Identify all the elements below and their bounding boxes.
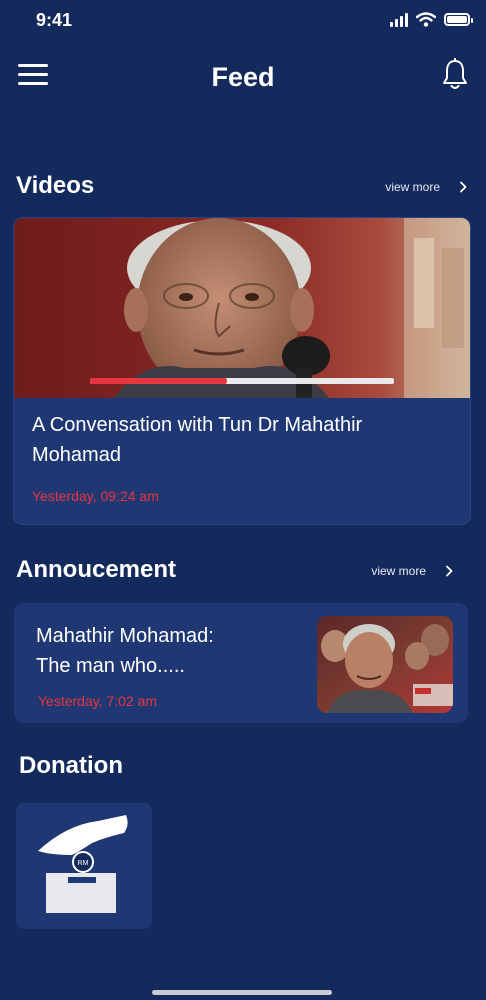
home-indicator[interactable]: [152, 990, 332, 995]
video-card[interactable]: A Convensation with Tun Dr Mahathir Moha…: [13, 217, 471, 525]
videos-section-title: Videos: [16, 172, 95, 199]
announcement-title-line1: Mahathir Mohamad:: [36, 625, 214, 647]
announcement-title[interactable]: Mahathir Mohamad: The man who.....: [36, 621, 296, 681]
status-icons: [390, 12, 473, 27]
videos-view-more-link[interactable]: view more: [385, 180, 468, 194]
video-thumbnail-image: [14, 218, 470, 398]
status-bar: 9:41: [0, 0, 486, 44]
cellular-signal-icon: [390, 12, 408, 27]
bell-icon[interactable]: [440, 58, 470, 92]
chevron-right-icon: [446, 565, 453, 577]
donation-box-icon: RM: [38, 815, 128, 913]
page-title: Feed: [211, 62, 275, 92]
video-timestamp: Yesterday, 09:24 am: [32, 488, 159, 504]
battery-icon: [444, 13, 473, 26]
view-more-label: view more: [385, 180, 440, 194]
announcement-title-line2: The man who.....: [36, 655, 185, 677]
coin-label: RM: [78, 860, 89, 867]
video-title[interactable]: A Convensation with Tun Dr Mahathir Moha…: [32, 410, 452, 470]
chevron-right-icon: [460, 181, 467, 193]
videos-section-header: Videos view more: [0, 166, 486, 206]
video-thumbnail[interactable]: [14, 218, 470, 398]
announcement-card[interactable]: Mahathir Mohamad: The man who..... Yeste…: [14, 603, 468, 723]
status-time: 9:41: [36, 10, 73, 30]
donation-tile[interactable]: RM: [16, 803, 152, 929]
announcement-section-header: Annoucement view more: [0, 550, 486, 590]
announcement-section-title: Annoucement: [16, 556, 177, 583]
top-bar: Feed: [0, 50, 486, 106]
announcement-timestamp: Yesterday, 7:02 am: [38, 693, 158, 709]
video-progress-bar[interactable]: [90, 378, 394, 384]
announcement-thumbnail-image: [317, 616, 453, 713]
announcement-thumbnail[interactable]: [317, 616, 453, 713]
wifi-icon: [416, 12, 436, 27]
view-more-label: view more: [371, 564, 426, 578]
announcement-view-more-link[interactable]: view more: [371, 564, 454, 578]
donation-section-title: Donation: [19, 752, 123, 779]
